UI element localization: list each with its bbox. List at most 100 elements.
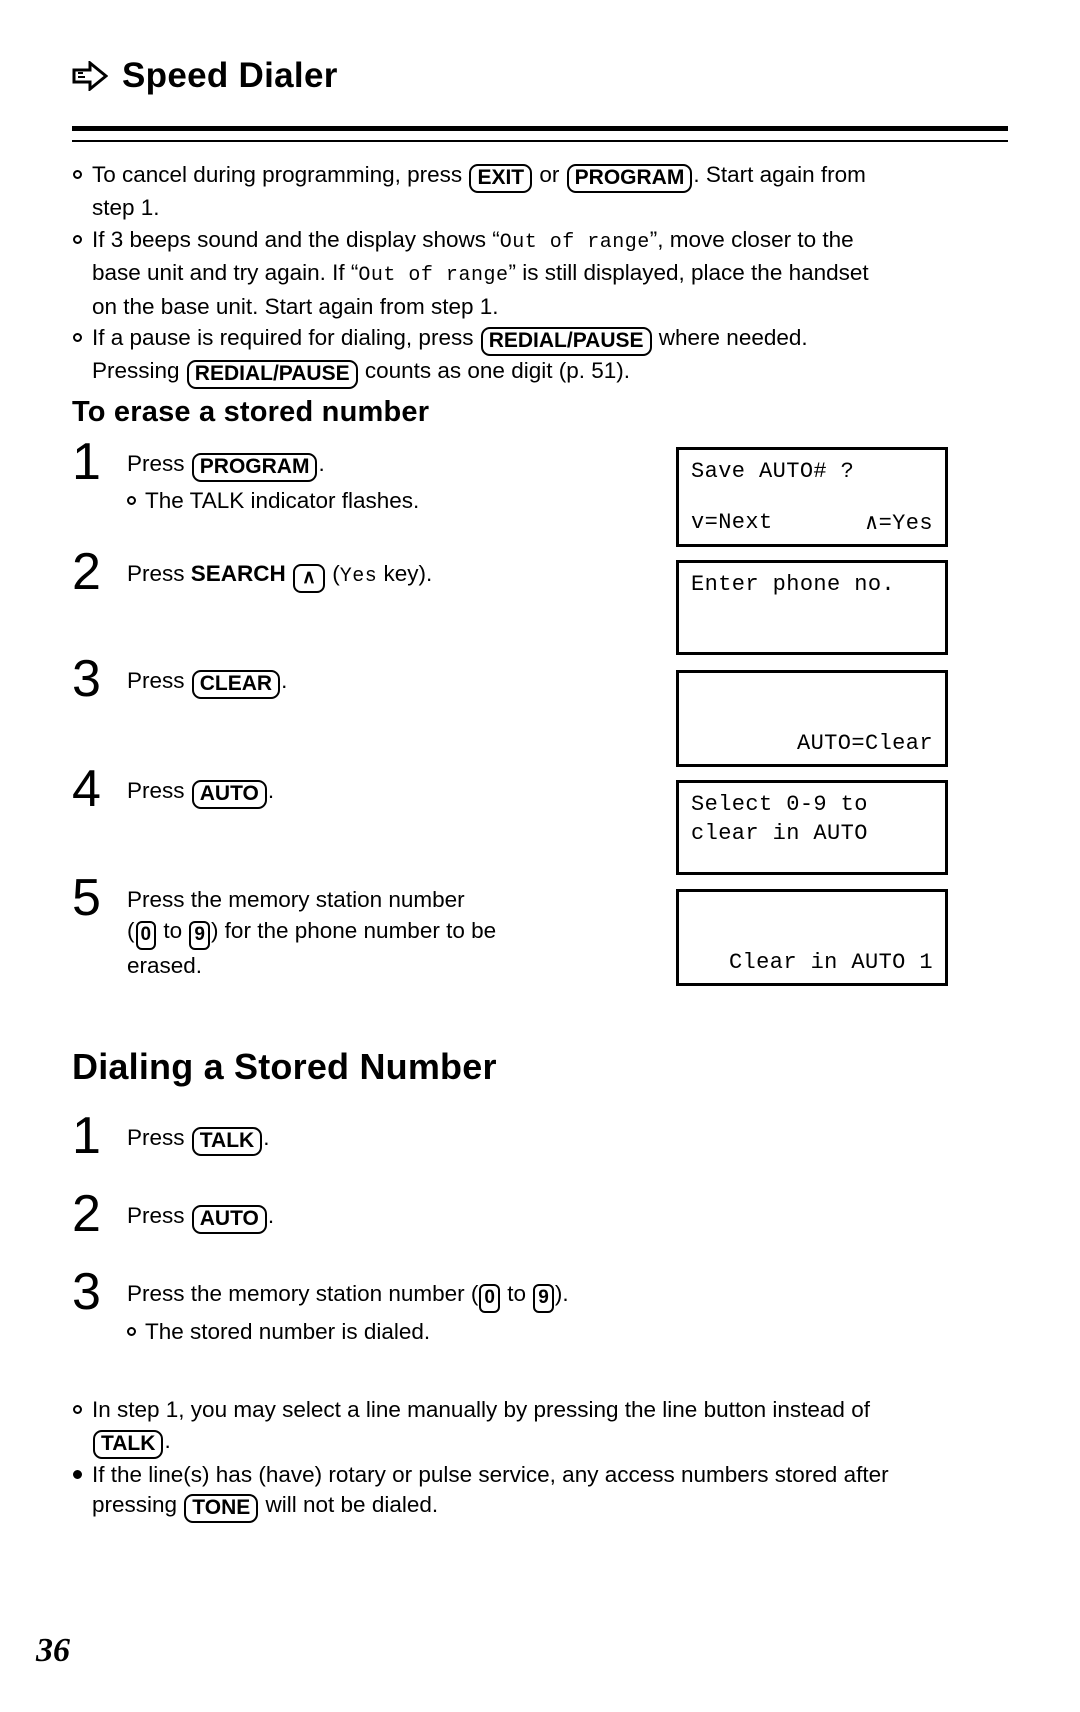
step-number: 3 [72, 1263, 101, 1321]
step-subnote: The TALK indicator flashes. [127, 486, 672, 516]
lcd-line-2: Clear in AUTO 1 [728, 950, 933, 975]
note-text-part: or [533, 162, 566, 187]
erase-step-1: 1 Press PROGRAM. The TALK indicator flas… [72, 436, 672, 516]
key-program: PROGRAM [566, 164, 693, 193]
step-text-part: . [267, 1203, 275, 1228]
erase-step-4: 4 Press AUTO. [72, 763, 672, 815]
display-text-out-of-range: Out of range [358, 264, 509, 287]
key-talk: TALK [93, 1429, 164, 1459]
note-out-of-range: If 3 beeps sound and the display shows “… [72, 225, 972, 323]
step-text-part: Press the memory station number ( [127, 1281, 479, 1306]
step-text-part: . [318, 451, 325, 476]
step-number: 3 [72, 650, 101, 708]
step-text-part: to [157, 918, 189, 943]
step-text-part: to [500, 1281, 533, 1306]
erase-section-heading: To erase a stored number [72, 396, 430, 428]
note-text-part: ” is still displayed, place the handset [508, 260, 869, 285]
step-number: 5 [72, 869, 101, 927]
step-number: 4 [72, 760, 101, 818]
key-program: PROGRAM [191, 453, 318, 482]
step-subnote: The stored number is dialed. [127, 1317, 832, 1347]
step-text-part: ( [127, 918, 135, 943]
bullet-dot-icon [73, 1469, 82, 1479]
manual-page: Speed Dialer To cancel during programmin… [0, 0, 1080, 1712]
note-text-line2: step 1. [92, 195, 160, 220]
lcd-display-select-0-9: Select 0-9 to clear in AUTO [676, 780, 948, 875]
step-text-part: Press [127, 778, 191, 803]
step-number: 2 [72, 1185, 101, 1243]
step-number: 2 [72, 543, 101, 601]
key-talk: TALK [191, 1127, 263, 1156]
step-content: Press CLEAR. [127, 665, 672, 699]
erase-step-5: 5 Press the memory station number (0 to … [72, 872, 672, 981]
bullet-dot-icon [73, 333, 82, 342]
step-content: Press the memory station number (0 to 9)… [127, 1278, 832, 1347]
header-rule [72, 126, 1008, 142]
lcd-line-2-left: v=Next [691, 510, 773, 535]
step-text-part: key). [377, 561, 433, 586]
note-text-part: If a pause is required for dialing, pres… [92, 325, 480, 350]
lcd-line-1: Select 0-9 to [691, 792, 868, 817]
note-text-line2: TALK. [92, 1426, 992, 1459]
step-text-part: ). [554, 1281, 569, 1306]
key-auto: AUTO [191, 1205, 267, 1234]
step-text-part: ) for the phone number to be [210, 918, 497, 943]
key-digit-9: 9 [189, 921, 210, 950]
note-text-part: Pressing [92, 358, 186, 383]
lcd-line-2: clear in AUTO [691, 821, 868, 846]
step-content: Press TALK. [127, 1122, 672, 1156]
note-select-line-manually: In step 1, you may select a line manuall… [72, 1395, 992, 1459]
bullet-dot-icon [73, 1405, 82, 1414]
display-text-out-of-range: Out of range [499, 230, 650, 254]
key-auto: AUTO [191, 780, 267, 809]
note-text-line1: In step 1, you may select a line manuall… [92, 1397, 870, 1422]
key-redial-pause: REDIAL/PAUSE [480, 327, 652, 356]
note-pause-dialing: If a pause is required for dialing, pres… [72, 323, 972, 389]
step-text-part: . [267, 778, 275, 803]
note-rotary-pulse-service: If the line(s) has (have) rotary or puls… [72, 1460, 992, 1523]
note-text-line2: pressing TONE will not be dialed. [92, 1490, 992, 1523]
step-text-line3: erased. [127, 953, 203, 978]
lcd-display-save-auto: Save AUTO# ? v=Next ∧=Yes [676, 447, 948, 547]
note-text-part: will not be dialed. [259, 1492, 439, 1517]
note-text-part: where needed. [652, 325, 808, 350]
key-digit-0: 0 [135, 921, 157, 950]
bullet-dot-icon [73, 234, 82, 244]
note-text-line1: If the line(s) has (have) rotary or puls… [92, 1461, 889, 1487]
lcd-display-enter-phone: Enter phone no. [676, 560, 948, 655]
key-digit-9: 9 [533, 1284, 554, 1313]
bottom-notes-list: In step 1, you may select a line manuall… [72, 1395, 992, 1524]
step-text-part: . [281, 668, 288, 693]
right-arrow-icon [72, 59, 109, 92]
step-subnote-text: The TALK indicator flashes. [145, 488, 420, 513]
step-content: Press AUTO. [127, 775, 672, 809]
step-text-part: Press [127, 668, 191, 693]
lcd-line-1: Save AUTO# ? [691, 459, 855, 484]
dialing-step-2: 2 Press AUTO. [72, 1188, 672, 1240]
step-text-part: Press [127, 451, 191, 476]
note-text-line3: on the base unit. Start again from step … [92, 293, 499, 319]
page-title: Speed Dialer [122, 56, 338, 95]
step-text-part: Press [127, 561, 191, 586]
step-text-line1: Press the memory station number [127, 887, 465, 912]
step-text-part: . [263, 1125, 270, 1150]
key-tone: TONE [184, 1494, 259, 1523]
lcd-display-clear-in-auto: Clear in AUTO 1 [676, 889, 948, 986]
step-text-part: Press [127, 1203, 191, 1228]
step-number: 1 [72, 1107, 101, 1165]
lcd-display-auto-clear: AUTO=Clear [676, 670, 948, 767]
step-subnote-text: The stored number is dialed. [145, 1319, 431, 1344]
note-text-part: If 3 beeps sound and the display shows “ [92, 226, 500, 252]
lcd-line-2: AUTO=Clear [796, 731, 933, 756]
step-content: Press PROGRAM. The TALK indicator flashe… [127, 448, 672, 516]
bullet-dot-icon [73, 170, 82, 179]
note-text-part: pressing [92, 1492, 184, 1517]
page-number: 36 [36, 1632, 70, 1669]
display-text-yes: Yes [339, 565, 378, 588]
note-text-part: base unit and try again. If “ [92, 260, 359, 285]
dialing-step-1: 1 Press TALK. [72, 1110, 672, 1162]
lcd-line-2-right: ∧=Yes [864, 511, 933, 536]
step-text-part: Press [127, 1125, 191, 1150]
dialing-step-3: 3 Press the memory station number (0 to … [72, 1266, 832, 1347]
note-text-part: To cancel during programming, press [92, 162, 469, 187]
